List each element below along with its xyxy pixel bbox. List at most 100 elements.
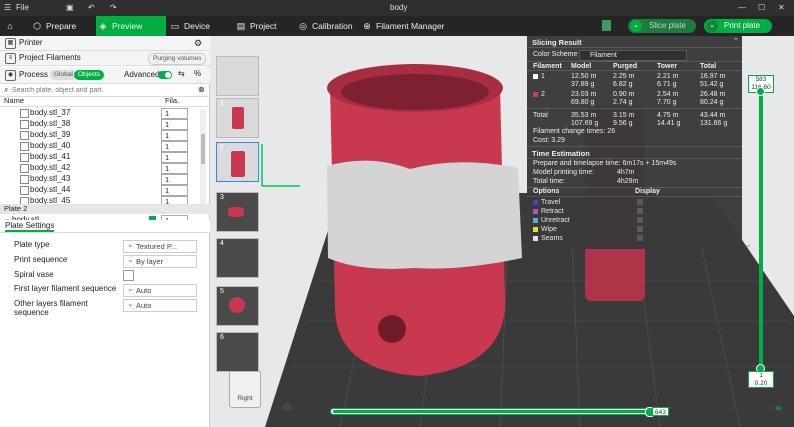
option-label: Wipe [541, 226, 557, 233]
other-layers-sequence-select[interactable]: Auto [123, 299, 197, 312]
plate-thumbnail-3[interactable]: 3 [216, 192, 259, 232]
plate-thumbnail-2[interactable]: 2 [216, 142, 259, 182]
vertical-layer-slider[interactable]: 583116.60 10.20 [748, 75, 774, 388]
cost-text: Cost: 3.29 [533, 137, 565, 144]
table-row[interactable]: body.stl_41 1 [0, 151, 200, 163]
settings-icon[interactable]: ⚙ [194, 36, 202, 50]
plate-thumbnail-5[interactable]: 5 [216, 286, 259, 326]
title-bar: ☰ File ▣ ↶ ↷ body — ☐ ✕ [0, 0, 794, 16]
first-layer-sequence-select[interactable]: Auto [123, 284, 197, 297]
collapse-icon[interactable]: ⌃ [733, 37, 739, 45]
tab-preview[interactable]: ◈ Preview [96, 16, 166, 36]
plate-2-row[interactable]: Plate 2 [0, 204, 210, 214]
option-swatch [533, 236, 538, 241]
plate-thumbnail-6[interactable]: 6 [216, 332, 259, 372]
minimize-icon[interactable]: — [738, 3, 746, 12]
v-slider-track[interactable] [759, 95, 763, 367]
preview-icon: ◈ [99, 21, 107, 31]
table-row[interactable]: body.stl_39 1 [0, 129, 200, 141]
table-row[interactable]: body.stl_43 1 [0, 173, 200, 185]
purging-volumes-button[interactable]: Purging volumes [148, 53, 207, 65]
plate-thumbnail-0[interactable] [216, 56, 259, 96]
fit-view-icon[interactable]: ⊚ [282, 400, 292, 414]
part-icon [20, 186, 29, 195]
plate-thumbnail-1[interactable]: 1 [216, 98, 259, 138]
display-checkbox[interactable] [637, 217, 643, 223]
plate-settings-header: Plate Settings [0, 220, 210, 233]
display-checkbox[interactable] [637, 235, 643, 241]
search-input[interactable] [12, 85, 192, 95]
model-hole [378, 315, 406, 343]
process-section: ◉ Process Global Objects Advanced ⇆ % [0, 67, 210, 84]
chevron-down-icon[interactable]: ⌄ [630, 20, 642, 32]
part-icon [20, 164, 29, 173]
percent-icon[interactable]: % [194, 67, 201, 81]
tab-device[interactable]: ▭ Device [168, 16, 234, 36]
redo-icon[interactable]: ↷ [110, 3, 117, 12]
close-icon[interactable]: ✕ [778, 3, 785, 12]
advanced-switch[interactable] [158, 71, 172, 79]
global-toggle[interactable]: Global [50, 70, 77, 80]
print-plate-button[interactable]: ⌄ Print plate [704, 19, 772, 33]
table-row[interactable]: body.stl_40 1 [0, 140, 200, 152]
time-estimation-title: Time Estimation [532, 149, 590, 158]
v-slider-top-thumb[interactable] [756, 87, 765, 96]
tab-filament-manager[interactable]: ⊕ Filament Manager [360, 16, 466, 36]
view-cube[interactable]: Right [229, 370, 261, 408]
list-scrollbar[interactable] [200, 109, 206, 209]
filament-2-swatch [533, 92, 538, 97]
project-filaments-section[interactable]: ≡ Project Filaments Purging volumes [0, 51, 210, 66]
table-row[interactable]: body.stl_44 1 [0, 184, 200, 196]
home-button[interactable]: ⌂ [0, 16, 20, 36]
chevron-down-icon[interactable]: ⌄ [706, 20, 718, 32]
clear-search-icon[interactable]: ⊗ [198, 85, 205, 94]
option-label: Retract [541, 208, 564, 215]
table-row[interactable]: body.stl_42 1 [0, 162, 200, 174]
v-slider-bottom-label: 1 0.20 [748, 371, 774, 388]
slicing-result-panel: Slicing Result ⌃ Color Scheme Filament F… [527, 36, 742, 249]
horizontal-layer-slider[interactable] [330, 407, 655, 417]
part-icon [20, 120, 29, 129]
display-checkbox[interactable] [637, 199, 643, 205]
tab-prepare[interactable]: ⬡ Prepare [30, 16, 106, 36]
slice-plate-button[interactable]: ⌄ Slice plate [628, 19, 696, 33]
app-menu-icon[interactable]: ☰ [4, 3, 11, 12]
option-swatch [533, 218, 538, 223]
objects-toggle[interactable]: Objects [74, 70, 105, 80]
object-list-header: Name Fila. [0, 96, 210, 107]
left-sidebar: ▦ Printer ⚙ ≡ Project Filaments Purging … [0, 36, 210, 427]
plate-thumbnail-4[interactable]: 4 [216, 238, 259, 278]
advanced-label: Advanced [124, 70, 160, 79]
option-label: Seams [541, 235, 563, 242]
color-scheme-label: Color Scheme [533, 51, 578, 58]
home-icon: ⌂ [7, 21, 13, 31]
display-checkbox[interactable] [637, 208, 643, 214]
file-menu[interactable]: File [16, 3, 29, 12]
printer-section[interactable]: ▦ Printer ⚙ [0, 36, 210, 51]
slicing-result-title: Slicing Result [532, 38, 582, 47]
filament-change-text: Filament change times: 26 [533, 128, 616, 135]
option-swatch [533, 200, 538, 205]
project-icon: ▤ [236, 21, 246, 31]
layers-icon[interactable]: ≋ [775, 404, 782, 413]
filament-icon: ⊕ [363, 21, 371, 31]
search-icon: ⌕ [4, 85, 9, 94]
tab-project[interactable]: ▤ Project [234, 16, 300, 36]
option-swatch [533, 209, 538, 214]
spiral-vase-checkbox[interactable] [123, 270, 134, 281]
part-icon [20, 142, 29, 151]
layout-icon[interactable] [602, 20, 611, 31]
table-row[interactable]: body.stl_37 1 [0, 107, 200, 119]
option-label: Travel [541, 199, 561, 206]
table-row[interactable]: body.stl_38 1 [0, 118, 200, 130]
undo-icon[interactable]: ↶ [88, 3, 95, 12]
maximize-icon[interactable]: ☐ [758, 3, 765, 12]
part-icon [20, 153, 29, 162]
save-icon[interactable]: ▣ [66, 3, 74, 12]
display-checkbox[interactable] [637, 226, 643, 232]
part-icon [20, 175, 29, 184]
print-sequence-select[interactable]: By layer [123, 255, 197, 268]
compare-icon[interactable]: ⇆ [178, 67, 185, 81]
plate-type-select[interactable]: Textured P... [123, 240, 197, 253]
color-scheme-select[interactable]: Filament [579, 50, 687, 61]
